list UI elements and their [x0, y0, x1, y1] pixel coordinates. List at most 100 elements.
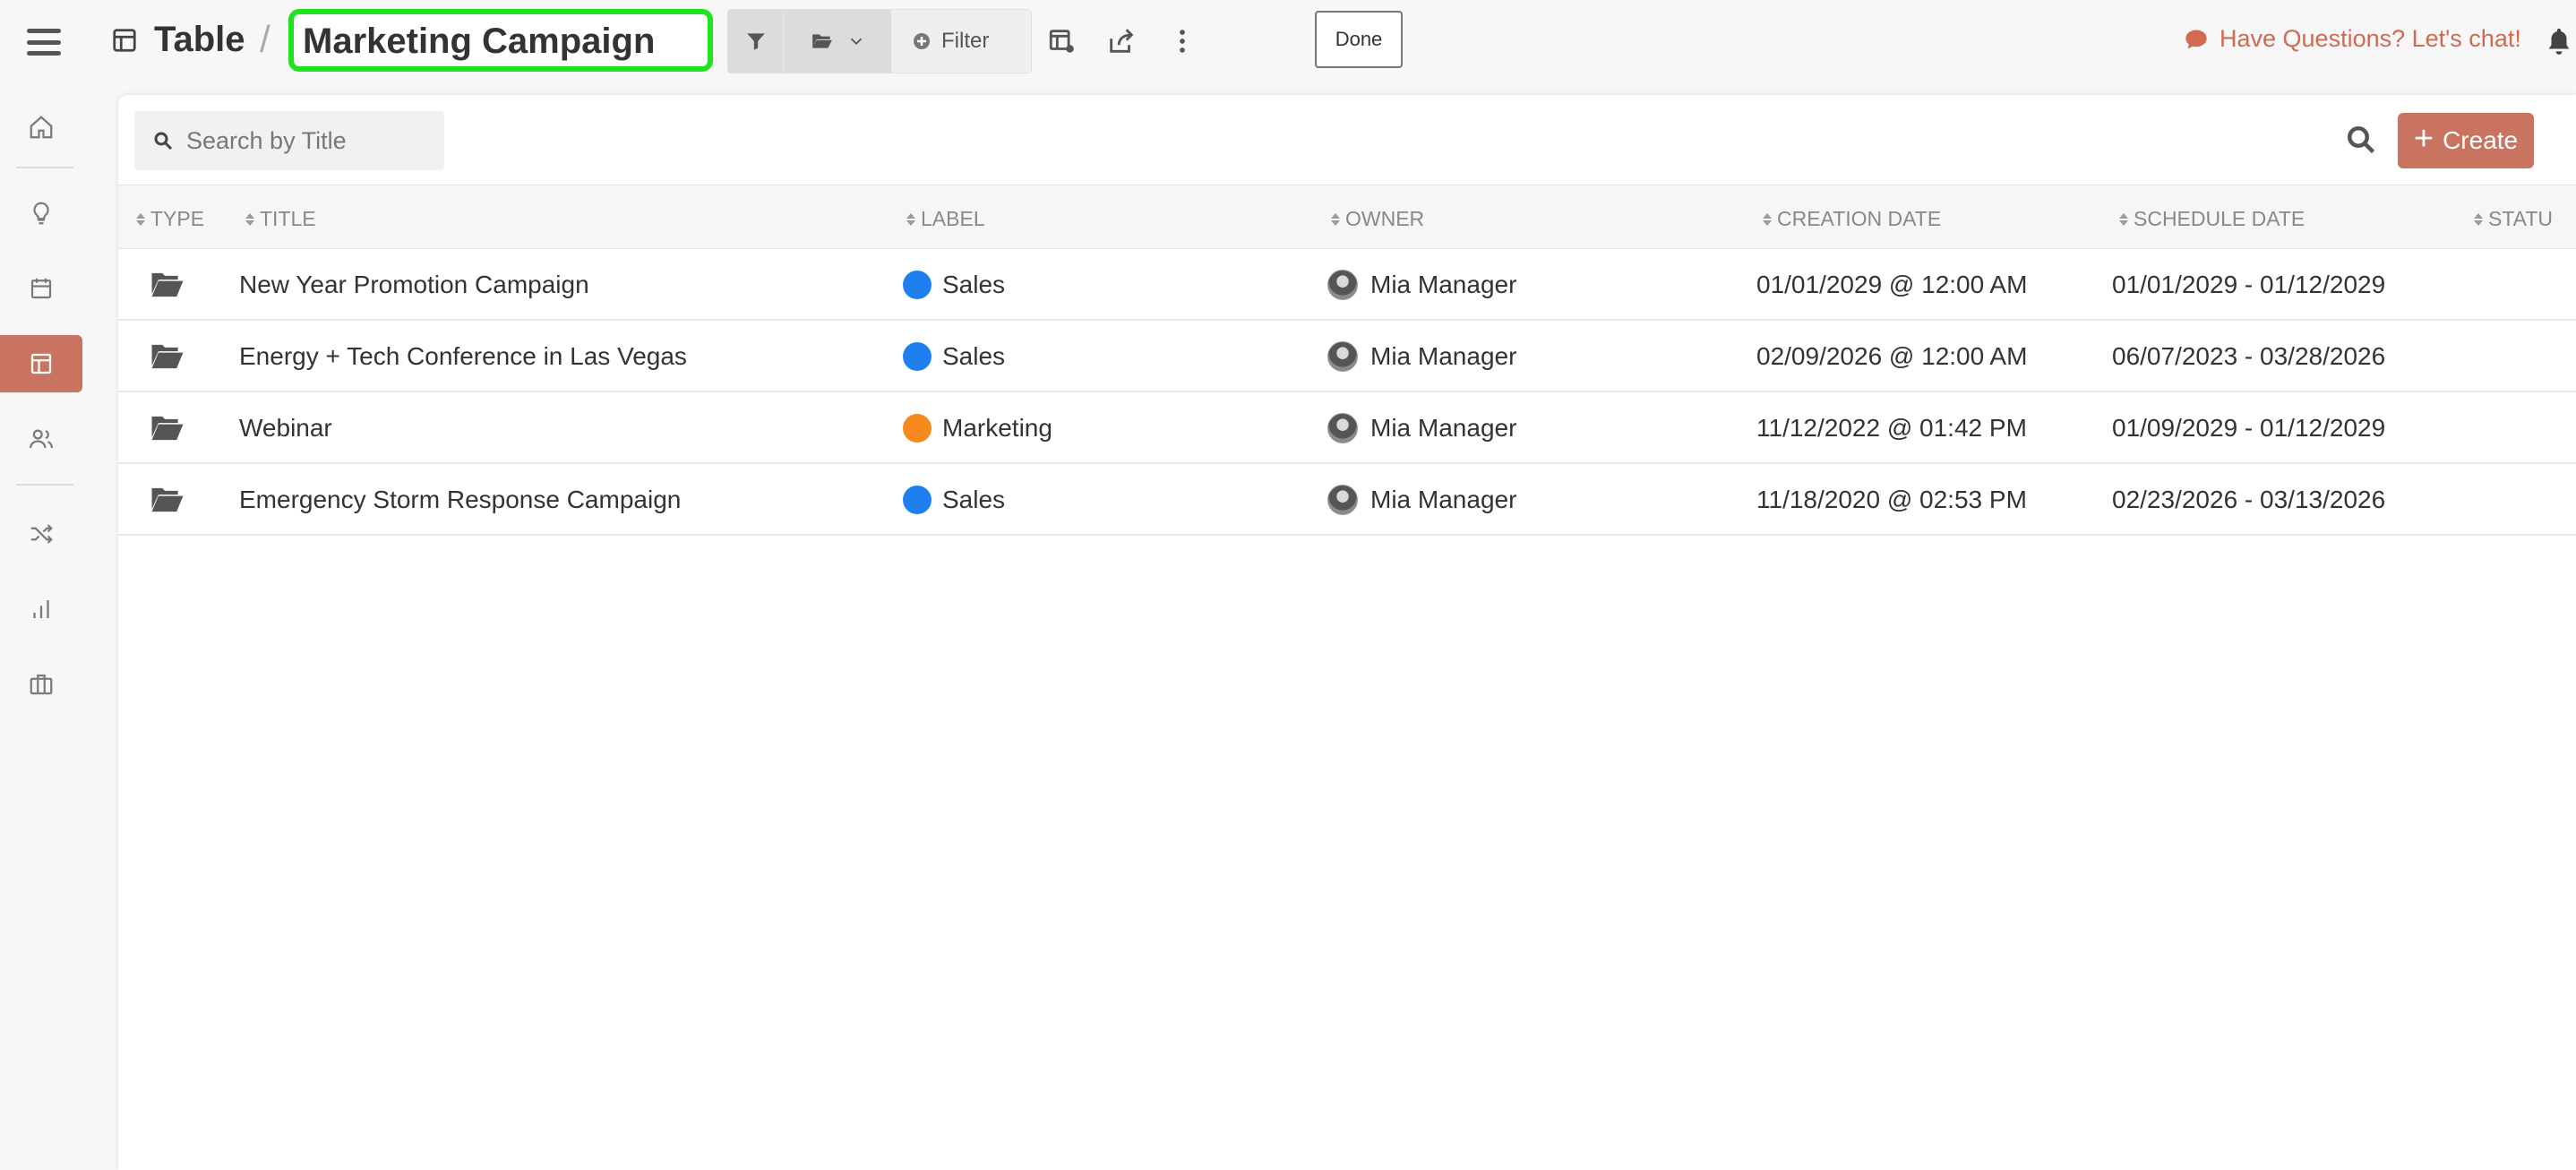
sidebar-item-ideas[interactable] [0, 185, 82, 242]
label-color-dot [903, 486, 932, 514]
folder-open-icon [151, 272, 184, 297]
row-creation-date: 02/09/2026 @ 12:00 AM [1756, 342, 2028, 370]
sidebar-item-calendar[interactable] [0, 260, 82, 317]
row-type-cell [150, 321, 185, 392]
folder-dropdown-button[interactable] [784, 10, 891, 73]
add-circle-icon [914, 33, 930, 49]
calendar-icon [30, 278, 52, 299]
row-label: Sales [903, 321, 1005, 392]
avatar [1327, 413, 1358, 443]
sort-icon [1763, 212, 1772, 226]
sort-icon [2119, 212, 2128, 226]
row-owner: Mia Manager [1327, 249, 1516, 321]
filter-label: Filter [941, 29, 990, 53]
row-creation-date: 01/01/2029 @ 12:00 AM [1756, 271, 2028, 298]
breadcrumb-root[interactable]: Table [154, 20, 245, 60]
filter-button[interactable]: Filter [891, 10, 1031, 73]
left-sidebar [0, 0, 90, 1170]
folder-open-icon [151, 416, 184, 441]
done-button[interactable]: Done [1315, 11, 1403, 68]
table-row[interactable]: Webinar Marketing Mia Manager 11/12/2022… [118, 392, 2576, 464]
label-color-dot [903, 342, 932, 371]
sidebar-item-workflow[interactable] [0, 505, 82, 563]
row-type-cell [150, 464, 185, 536]
sort-icon [1331, 212, 1340, 226]
sort-icon [136, 212, 145, 226]
chat-bubble-icon [2185, 30, 2207, 48]
more-options-button[interactable] [1164, 23, 1200, 59]
row-title[interactable]: Webinar [239, 392, 332, 464]
column-header-owner[interactable]: OWNER [1331, 207, 1424, 231]
row-title[interactable]: New Year Promotion Campaign [239, 249, 589, 321]
folder-open-icon [151, 487, 184, 512]
sidebar-item-table[interactable] [0, 335, 82, 392]
chat-link-label: Have Questions? Let's chat! [2220, 25, 2521, 52]
global-search-icon[interactable] [2345, 124, 2381, 159]
column-header-schedule-date[interactable]: SCHEDULE DATE [2119, 207, 2305, 231]
search-input[interactable] [186, 126, 437, 155]
row-label: Sales [903, 464, 1005, 536]
share-icon [1110, 29, 1134, 53]
row-title[interactable]: Emergency Storm Response Campaign [239, 464, 681, 536]
sidebar-item-home[interactable] [0, 99, 82, 156]
row-schedule-date: 01/09/2029 - 01/12/2029 [2112, 414, 2386, 442]
row-schedule-date: 06/07/2023 - 03/28/2026 [2112, 342, 2386, 370]
chat-link[interactable]: Have Questions? Let's chat! [2184, 25, 2521, 53]
funnel-icon [746, 33, 765, 50]
table-icon [30, 353, 52, 374]
avatar [1327, 270, 1358, 300]
table-row[interactable]: New Year Promotion Campaign Sales Mia Ma… [118, 249, 2576, 321]
sidebar-item-people[interactable] [0, 410, 82, 468]
row-label: Marketing [903, 392, 1052, 464]
avatar [1327, 341, 1358, 372]
lightbulb-icon [33, 202, 49, 225]
hamburger-menu-icon[interactable] [27, 29, 61, 56]
table-settings-icon [1049, 30, 1074, 53]
row-type-cell [150, 392, 185, 464]
app-root: Table / Marketing Campaign Filter Done H… [0, 0, 2576, 1170]
row-owner: Mia Manager [1327, 392, 1516, 464]
row-label: Sales [903, 249, 1005, 321]
column-header-label[interactable]: LABEL [906, 207, 985, 231]
row-creation-date: 11/18/2020 @ 02:53 PM [1756, 486, 2027, 513]
label-color-dot [903, 414, 932, 443]
table-view-icon [111, 27, 138, 54]
share-button[interactable] [1103, 23, 1139, 59]
sidebar-item-assets[interactable] [0, 656, 82, 713]
content-panel: + Create TYPE TITLE LABEL OWNER [118, 95, 2576, 1170]
sort-icon [2474, 212, 2483, 226]
folder-open-icon [812, 34, 832, 48]
avatar [1327, 485, 1358, 515]
chevron-down-icon [850, 38, 863, 46]
view-toolbar: Filter [727, 9, 1032, 73]
users-icon [30, 429, 53, 449]
column-header-title[interactable]: TITLE [245, 207, 316, 231]
column-header-creation-date[interactable]: CREATION DATE [1763, 207, 1941, 231]
top-bar: Table / Marketing Campaign Filter Done H… [90, 0, 2576, 86]
table-settings-button[interactable] [1044, 23, 1080, 59]
label-color-dot [903, 271, 932, 299]
view-title-input[interactable]: Marketing Campaign [288, 9, 713, 72]
row-schedule-date: 01/01/2029 - 01/12/2029 [2112, 271, 2386, 298]
sidebar-item-analytics[interactable] [0, 581, 82, 638]
table-row[interactable]: Emergency Storm Response Campaign Sales … [118, 464, 2576, 536]
search-icon [154, 132, 173, 151]
row-owner: Mia Manager [1327, 464, 1516, 536]
sort-icon [906, 212, 915, 226]
column-header-status[interactable]: STATU [2474, 207, 2553, 231]
funnel-button[interactable] [728, 10, 784, 73]
row-creation-date: 11/12/2022 @ 01:42 PM [1756, 414, 2027, 442]
create-button[interactable]: + Create [2398, 113, 2534, 168]
briefcase-icon [30, 674, 53, 695]
row-title[interactable]: Energy + Tech Conference in Las Vegas [239, 321, 687, 392]
search-box [134, 111, 444, 170]
sidebar-divider [16, 167, 73, 168]
home-icon [30, 116, 53, 139]
more-vertical-icon [1180, 30, 1185, 53]
shuffle-icon [30, 524, 53, 544]
bar-chart-icon [33, 600, 49, 618]
sort-icon [245, 212, 254, 226]
table-row[interactable]: Energy + Tech Conference in Las Vegas Sa… [118, 321, 2576, 392]
notifications-bell-icon[interactable] [2544, 25, 2576, 61]
column-header-type[interactable]: TYPE [136, 207, 204, 231]
